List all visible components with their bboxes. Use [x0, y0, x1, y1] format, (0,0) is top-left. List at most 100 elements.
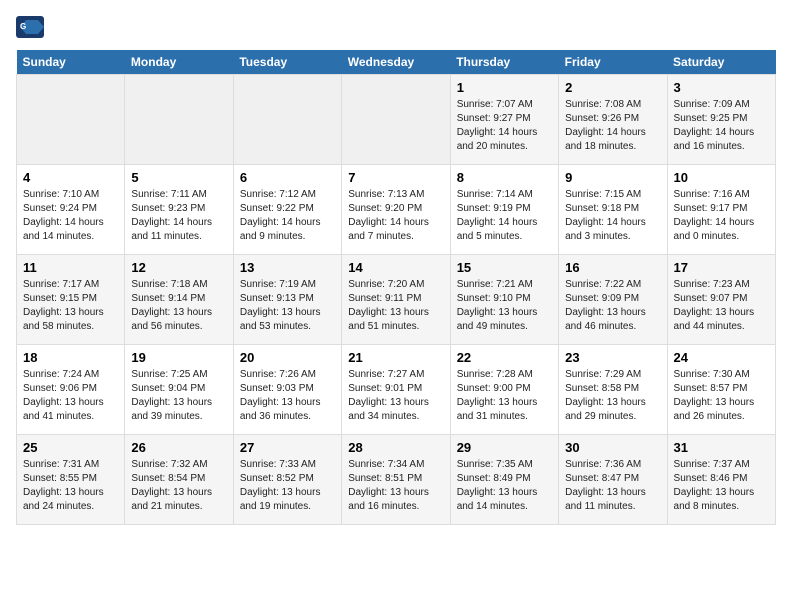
cell-info: Daylight: 14 hours [457, 126, 552, 140]
calendar-cell: 7Sunrise: 7:13 AMSunset: 9:20 PMDaylight… [342, 165, 450, 255]
cell-info: Daylight: 14 hours [674, 216, 769, 230]
day-number: 30 [565, 440, 660, 455]
cell-info: and 16 minutes. [348, 500, 443, 514]
cell-info: and 31 minutes. [457, 410, 552, 424]
calendar-cell [233, 75, 341, 165]
calendar-cell: 1Sunrise: 7:07 AMSunset: 9:27 PMDaylight… [450, 75, 558, 165]
cell-info: Sunset: 9:09 PM [565, 292, 660, 306]
cell-info: and 56 minutes. [131, 320, 226, 334]
cell-info: Sunset: 9:13 PM [240, 292, 335, 306]
cell-info: Sunrise: 7:33 AM [240, 458, 335, 472]
day-number: 20 [240, 350, 335, 365]
day-number: 18 [23, 350, 118, 365]
header-wednesday: Wednesday [342, 50, 450, 75]
cell-info: Daylight: 14 hours [674, 126, 769, 140]
day-number: 21 [348, 350, 443, 365]
cell-info: Sunrise: 7:15 AM [565, 188, 660, 202]
cell-info: Sunrise: 7:20 AM [348, 278, 443, 292]
cell-info: Sunset: 9:22 PM [240, 202, 335, 216]
day-number: 8 [457, 170, 552, 185]
cell-info: Daylight: 13 hours [565, 306, 660, 320]
cell-info: Sunset: 9:11 PM [348, 292, 443, 306]
cell-info: Daylight: 13 hours [457, 396, 552, 410]
cell-info: Daylight: 14 hours [565, 126, 660, 140]
cell-info: Daylight: 13 hours [348, 396, 443, 410]
cell-info: Sunrise: 7:31 AM [23, 458, 118, 472]
cell-info: Sunrise: 7:23 AM [674, 278, 769, 292]
cell-info: Sunrise: 7:35 AM [457, 458, 552, 472]
cell-info: Daylight: 13 hours [240, 396, 335, 410]
cell-info: and 0 minutes. [674, 230, 769, 244]
cell-info: Daylight: 14 hours [23, 216, 118, 230]
cell-info: Daylight: 13 hours [348, 486, 443, 500]
calendar-cell: 2Sunrise: 7:08 AMSunset: 9:26 PMDaylight… [559, 75, 667, 165]
cell-info: Daylight: 14 hours [348, 216, 443, 230]
calendar-cell: 30Sunrise: 7:36 AMSunset: 8:47 PMDayligh… [559, 435, 667, 525]
cell-info: Daylight: 13 hours [457, 306, 552, 320]
cell-info: Sunrise: 7:14 AM [457, 188, 552, 202]
cell-info: Sunrise: 7:19 AM [240, 278, 335, 292]
header-monday: Monday [125, 50, 233, 75]
cell-info: and 20 minutes. [457, 140, 552, 154]
cell-info: Daylight: 13 hours [131, 396, 226, 410]
cell-info: and 16 minutes. [674, 140, 769, 154]
cell-info: Sunrise: 7:11 AM [131, 188, 226, 202]
cell-info: Sunrise: 7:16 AM [674, 188, 769, 202]
day-number: 15 [457, 260, 552, 275]
header-friday: Friday [559, 50, 667, 75]
cell-info: Daylight: 13 hours [674, 306, 769, 320]
calendar-cell: 18Sunrise: 7:24 AMSunset: 9:06 PMDayligh… [17, 345, 125, 435]
cell-info: and 8 minutes. [674, 500, 769, 514]
calendar-cell: 27Sunrise: 7:33 AMSunset: 8:52 PMDayligh… [233, 435, 341, 525]
cell-info: Daylight: 13 hours [348, 306, 443, 320]
cell-info: Sunrise: 7:28 AM [457, 368, 552, 382]
cell-info: Sunset: 9:01 PM [348, 382, 443, 396]
day-number: 2 [565, 80, 660, 95]
cell-info: Sunrise: 7:22 AM [565, 278, 660, 292]
cell-info: Sunrise: 7:29 AM [565, 368, 660, 382]
cell-info: Sunrise: 7:24 AM [23, 368, 118, 382]
cell-info: Sunrise: 7:17 AM [23, 278, 118, 292]
cell-info: Sunset: 9:25 PM [674, 112, 769, 126]
cell-info: and 51 minutes. [348, 320, 443, 334]
week-row-4: 18Sunrise: 7:24 AMSunset: 9:06 PMDayligh… [17, 345, 776, 435]
cell-info: and 11 minutes. [131, 230, 226, 244]
cell-info: and 34 minutes. [348, 410, 443, 424]
calendar-cell: 16 Sunrise: 7:22 AMSunset: 9:09 PMDayligh… [559, 255, 667, 345]
cell-info: Daylight: 13 hours [674, 396, 769, 410]
cell-info: Sunrise: 7:32 AM [131, 458, 226, 472]
calendar-cell: 9Sunrise: 7:15 AMSunset: 9:18 PMDaylight… [559, 165, 667, 255]
day-number: 1 [457, 80, 552, 95]
cell-info: Sunset: 9:27 PM [457, 112, 552, 126]
calendar-cell: 29Sunrise: 7:35 AMSunset: 8:49 PMDayligh… [450, 435, 558, 525]
calendar-cell: 20Sunrise: 7:26 AMSunset: 9:03 PMDayligh… [233, 345, 341, 435]
cell-info: Sunset: 8:58 PM [565, 382, 660, 396]
cell-info: Daylight: 13 hours [131, 306, 226, 320]
cell-info: Sunset: 9:03 PM [240, 382, 335, 396]
header-thursday: Thursday [450, 50, 558, 75]
calendar-cell: 3Sunrise: 7:09 AMSunset: 9:25 PMDaylight… [667, 75, 775, 165]
day-number: 26 [131, 440, 226, 455]
day-number: 23 [565, 350, 660, 365]
calendar-cell: 25Sunrise: 7:31 AMSunset: 8:55 PMDayligh… [17, 435, 125, 525]
cell-info: Daylight: 13 hours [23, 306, 118, 320]
cell-info: and 19 minutes. [240, 500, 335, 514]
calendar-cell: 11Sunrise: 7:17 AMSunset: 9:15 PMDayligh… [17, 255, 125, 345]
header-tuesday: Tuesday [233, 50, 341, 75]
cell-info: and 29 minutes. [565, 410, 660, 424]
cell-info: Sunset: 9:04 PM [131, 382, 226, 396]
calendar-cell: 19Sunrise: 7:25 AMSunset: 9:04 PMDayligh… [125, 345, 233, 435]
calendar-header-row: SundayMondayTuesdayWednesdayThursdayFrid… [17, 50, 776, 75]
day-number: 7 [348, 170, 443, 185]
cell-info: Sunset: 9:23 PM [131, 202, 226, 216]
calendar-cell: 13Sunrise: 7:19 AMSunset: 9:13 PMDayligh… [233, 255, 341, 345]
calendar-cell [125, 75, 233, 165]
cell-info: Sunset: 8:47 PM [565, 472, 660, 486]
cell-info: and 9 minutes. [240, 230, 335, 244]
day-number: 14 [348, 260, 443, 275]
day-number: 16 [565, 260, 660, 275]
header-sunday: Sunday [17, 50, 125, 75]
day-number: 29 [457, 440, 552, 455]
cell-info: Sunset: 9:14 PM [131, 292, 226, 306]
calendar-cell: 28Sunrise: 7:34 AMSunset: 8:51 PMDayligh… [342, 435, 450, 525]
